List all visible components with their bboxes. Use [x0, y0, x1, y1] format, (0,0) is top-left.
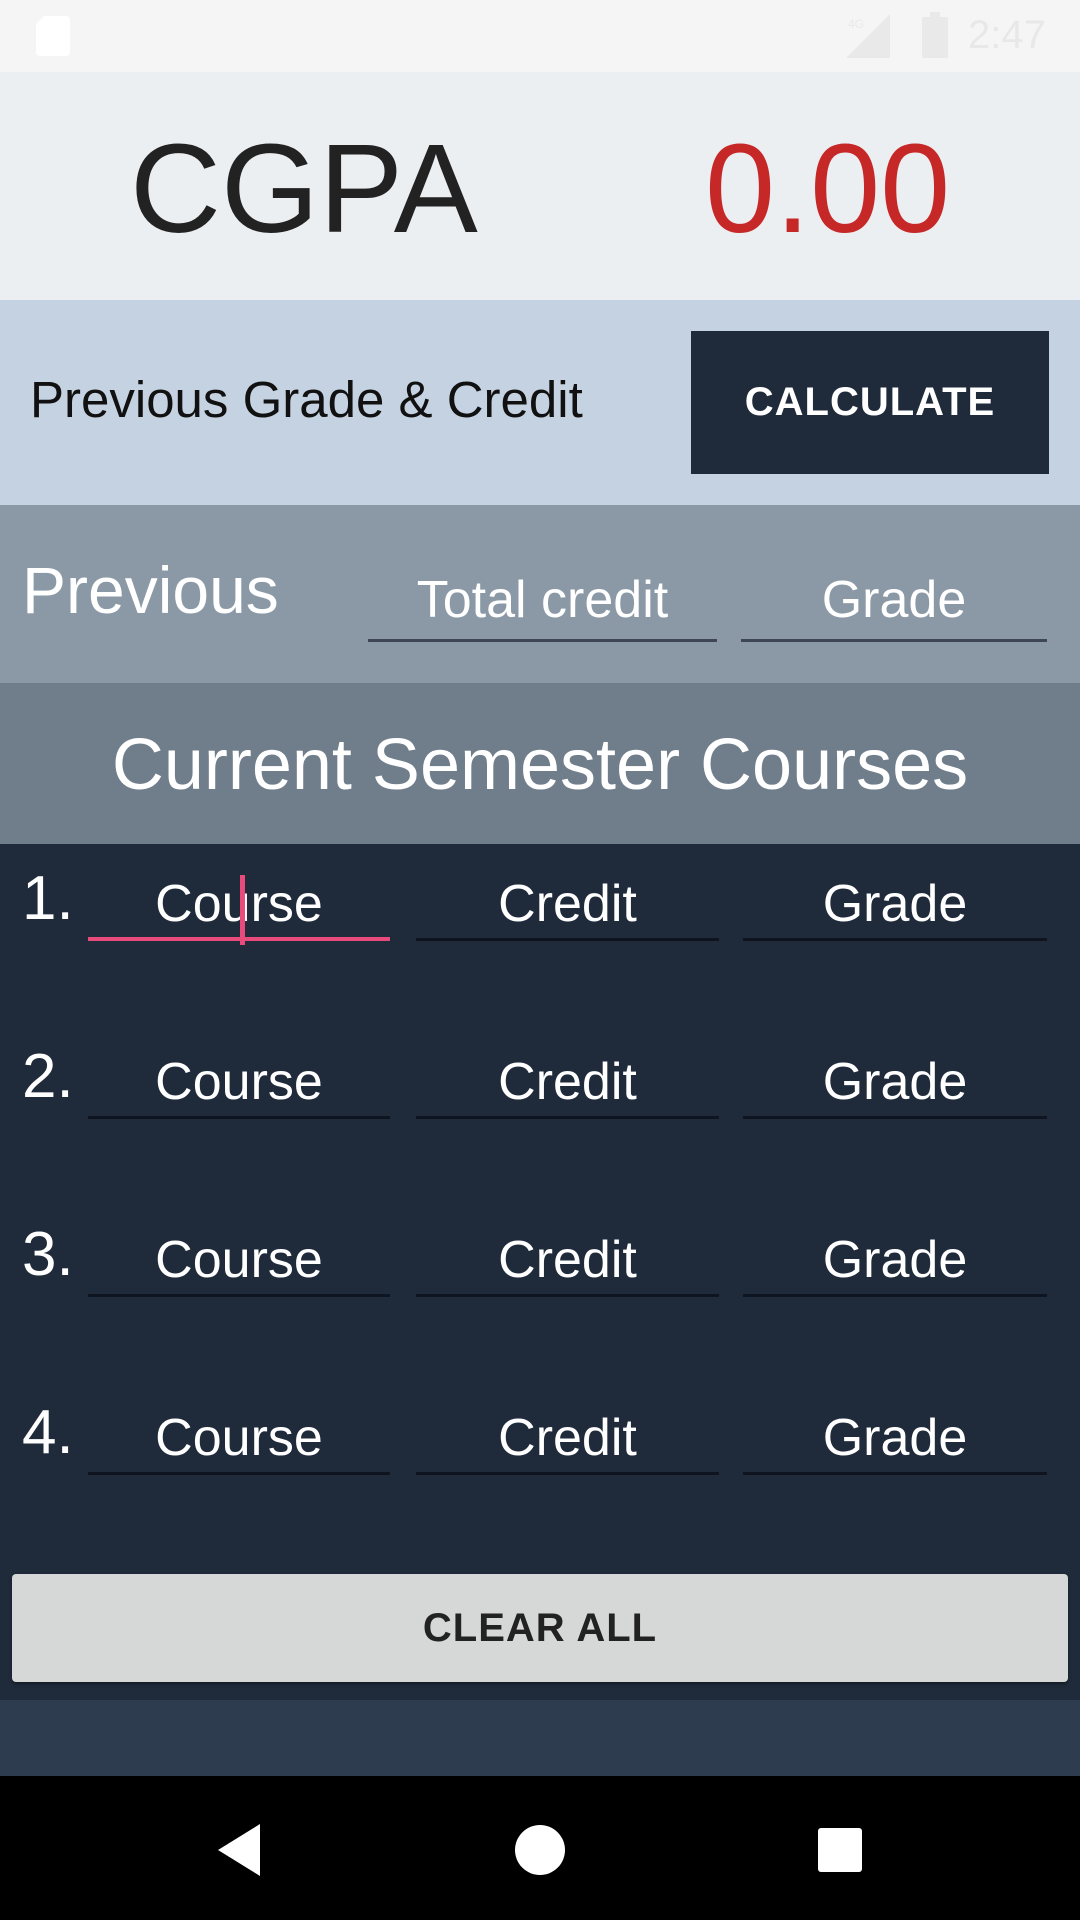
- previous-inputs-row: Previous Total credit Grade: [0, 505, 1080, 683]
- current-semester-title: Current Semester Courses: [111, 725, 969, 805]
- course-placeholder: Course: [155, 875, 323, 933]
- credit-input[interactable]: Credit: [416, 869, 719, 941]
- status-bar: 4G 2:47: [0, 0, 1080, 72]
- home-icon[interactable]: [510, 1820, 570, 1880]
- credit-input[interactable]: Credit: [416, 1403, 719, 1475]
- course-row: 3. Course Credit Grade: [0, 1200, 1080, 1330]
- previous-grade-input[interactable]: Grade: [741, 565, 1047, 642]
- total-credit-input[interactable]: Total credit: [368, 565, 717, 642]
- course-input[interactable]: Course: [88, 1403, 390, 1475]
- credit-input[interactable]: Credit: [416, 1047, 719, 1119]
- cgpa-label: CGPA: [130, 118, 478, 259]
- current-semester-header: Current Semester Courses: [0, 683, 1080, 844]
- row-number: 2.: [22, 1042, 74, 1111]
- navigation-bar: [0, 1776, 1080, 1920]
- signal-icon: 4G: [846, 14, 890, 58]
- credit-input[interactable]: Credit: [416, 1225, 719, 1297]
- course-row: 2. Course Credit Grade: [0, 1022, 1080, 1152]
- svg-text:4G: 4G: [848, 17, 864, 31]
- calculate-button[interactable]: CALCULATE: [691, 331, 1049, 474]
- course-input[interactable]: Course: [88, 869, 390, 945]
- sd-card-icon: [36, 16, 70, 56]
- text-cursor: [240, 875, 245, 945]
- grade-input[interactable]: Grade: [743, 1403, 1047, 1475]
- row-number: 3.: [22, 1220, 74, 1289]
- row-number: 4.: [22, 1398, 74, 1467]
- previous-grade-title: Previous Grade & Credit: [30, 371, 583, 428]
- previous-label: Previous: [22, 553, 279, 627]
- battery-icon: [922, 12, 948, 58]
- course-input[interactable]: Course: [88, 1047, 390, 1119]
- grade-input[interactable]: Grade: [743, 1225, 1047, 1297]
- row-number: 1.: [22, 864, 74, 933]
- grade-input[interactable]: Grade: [743, 869, 1047, 941]
- course-row: 4. Course Credit Grade: [0, 1378, 1080, 1508]
- status-time: 2:47: [968, 13, 1046, 57]
- course-row: 1. Course Credit Grade: [0, 844, 1080, 974]
- previous-grade-section: Previous Grade & Credit CALCULATE: [0, 300, 1080, 505]
- bottom-strip: [0, 1700, 1080, 1776]
- grade-input[interactable]: Grade: [743, 1047, 1047, 1119]
- cgpa-header: CGPA 0.00: [0, 72, 1080, 300]
- cgpa-value: 0.00: [705, 118, 951, 259]
- clear-all-button[interactable]: CLEAR ALL: [12, 1574, 1068, 1682]
- back-icon[interactable]: [210, 1820, 270, 1880]
- course-input[interactable]: Course: [88, 1225, 390, 1297]
- courses-panel: 1. Course Credit Grade 2. Course Credit …: [0, 844, 1080, 1700]
- recents-icon[interactable]: [810, 1820, 870, 1880]
